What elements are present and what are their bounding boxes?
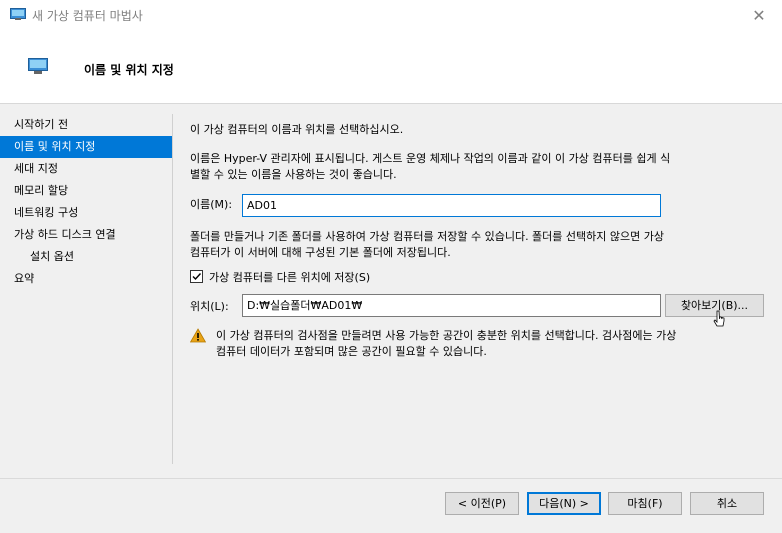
- close-button[interactable]: ✕: [736, 0, 782, 30]
- virtual-machine-icon: [10, 8, 26, 20]
- folder-description-line1: 폴더를 만들거나 기존 폴더를 사용하여 가상 컴퓨터를 저장할 수 있습니다.…: [190, 230, 664, 243]
- nav-item-memory[interactable]: 메모리 할당: [0, 180, 172, 202]
- finish-button[interactable]: 마침(F): [608, 492, 682, 515]
- warning-text-line2: 컴퓨터 데이터가 포함되며 많은 공간이 필요할 수 있습니다.: [216, 345, 487, 358]
- next-button[interactable]: 다음(N) >: [527, 492, 601, 515]
- nav-item-before-you-begin[interactable]: 시작하기 전: [0, 114, 172, 136]
- nav-item-summary[interactable]: 요약: [0, 268, 172, 290]
- virtual-machine-icon: [28, 58, 48, 74]
- folder-description-line2: 컴퓨터가 이 서버에 대해 구성된 기본 폴더에 저장됩니다.: [190, 246, 451, 259]
- footer-divider: [0, 478, 782, 479]
- nav-divider: [172, 114, 173, 464]
- nav-item-install-options[interactable]: 설치 옵션: [0, 246, 172, 268]
- nav-item-virtual-disk[interactable]: 가상 하드 디스크 연결: [0, 224, 172, 246]
- checkmark-icon: [192, 273, 202, 281]
- window-title: 새 가상 컴퓨터 마법사: [32, 9, 143, 23]
- name-description-line1: 이름은 Hyper-V 관리자에 표시됩니다. 게스트 운영 체제나 작업의 이…: [190, 152, 671, 165]
- warning-text-line1: 이 가상 컴퓨터의 검사점을 만들려면 사용 가능한 공간이 충분한 위치를 선…: [216, 329, 677, 342]
- store-elsewhere-checkbox[interactable]: [190, 270, 203, 283]
- store-elsewhere-label[interactable]: 가상 컴퓨터를 다른 위치에 저장(S): [209, 269, 370, 286]
- nav-item-name-location[interactable]: 이름 및 위치 지정: [0, 136, 172, 158]
- previous-button[interactable]: < 이전(P): [445, 492, 519, 515]
- cancel-button[interactable]: 취소: [690, 492, 764, 515]
- name-input[interactable]: AD01: [242, 194, 661, 217]
- nav-item-networking[interactable]: 네트워킹 구성: [0, 202, 172, 224]
- page-title: 이름 및 위치 지정: [84, 63, 174, 77]
- name-description-line2: 별할 수 있는 이름을 사용하는 것이 좋습니다.: [190, 168, 397, 181]
- warning-icon: [189, 328, 207, 344]
- intro-text: 이 가상 컴퓨터의 이름과 위치를 선택하십시오.: [190, 123, 404, 136]
- close-icon: ✕: [752, 5, 766, 25]
- location-label: 위치(L):: [190, 300, 229, 313]
- nav-item-generation[interactable]: 세대 지정: [0, 158, 172, 180]
- title-bar: 새 가상 컴퓨터 마법사 ✕: [0, 0, 782, 30]
- mouse-cursor-icon: [713, 310, 727, 333]
- name-label: 이름(M):: [190, 198, 233, 211]
- wizard-steps-nav: 시작하기 전 이름 및 위치 지정 세대 지정 메모리 할당 네트워킹 구성 가…: [0, 114, 172, 290]
- wizard-header: 이름 및 위치 지정: [0, 30, 782, 104]
- location-input[interactable]: D:₩실습폴더₩AD01₩: [242, 294, 661, 317]
